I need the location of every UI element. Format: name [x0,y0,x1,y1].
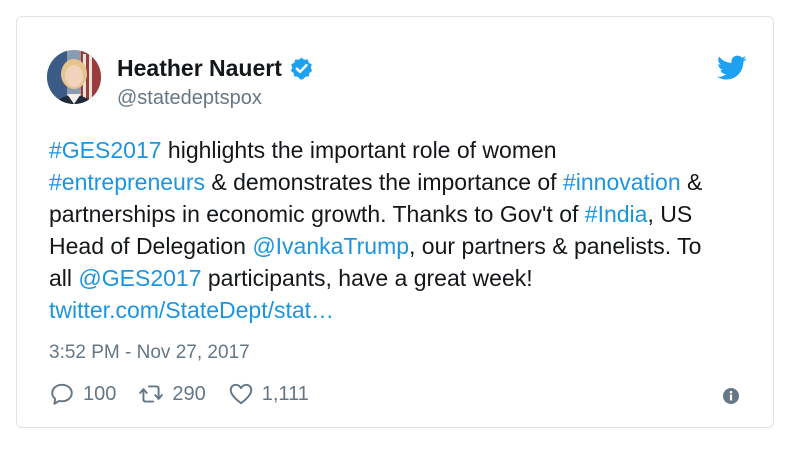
tweet-text-line: #GES2017 highlights the important role o… [49,134,769,166]
tweet-text-segment: partnerships in economic growth. Thanks … [49,201,585,227]
verified-badge-icon [289,56,314,81]
tweet-text-segment: highlights the important role of women [161,137,557,163]
tweet-card: Heather Nauert @statedeptspox #GES2017 h… [16,16,774,428]
tweet-text-segment: , our partners & panelists. To [409,233,702,259]
retweet-icon [139,385,164,403]
tweet-text-segment: Head of Delegation [49,233,253,259]
tweet-text-segment: , US [647,201,693,227]
mention-link[interactable]: @IvankaTrump [252,233,409,259]
tweet-text-segment: & demonstrates the importance of [205,169,563,195]
tweet-text-line: Head of Delegation @IvankaTrump, our par… [49,230,769,262]
mention-link[interactable]: @GES2017 [78,265,201,291]
author-handle[interactable]: @statedeptspox [117,87,262,110]
tweet-text-segment: all [49,265,79,291]
tweet-text-segment: participants, have a great week! [201,265,533,291]
retweet-button[interactable]: 290 [138,381,206,407]
reply-button[interactable]: 100 [49,381,116,407]
reply-count: 100 [83,382,117,405]
url-link[interactable]: twitter.com/StateDept/stat… [49,297,334,323]
avatar-image [47,50,101,104]
twitter-bird-icon[interactable] [717,55,747,81]
display-name[interactable]: Heather Nauert [117,55,282,82]
like-button[interactable]: 1,111 [228,381,309,407]
author-name-row[interactable]: Heather Nauert [117,55,314,82]
like-count: 1,111 [261,382,309,405]
tweet-text-line: twitter.com/StateDept/stat… [49,294,769,326]
tweet-text: #GES2017 highlights the important role o… [49,134,769,326]
hashtag-link[interactable]: #entrepreneurs [49,169,205,195]
heart-icon [229,383,253,405]
tweet-text-line: all @GES2017 participants, have a great … [49,262,769,294]
hashtag-link[interactable]: #India [585,201,648,227]
hashtag-link[interactable]: #innovation [563,169,681,195]
avatar[interactable] [47,50,101,104]
reply-icon [51,383,73,405]
hashtag-link[interactable]: #GES2017 [49,137,162,163]
tweet-actions: 100 290 1,111 [49,381,331,407]
tweet-timestamp[interactable]: 3:52 PM - Nov 27, 2017 [49,342,250,364]
tweet-text-line: #entrepreneurs & demonstrates the import… [49,166,769,198]
info-icon[interactable] [722,387,740,405]
retweet-count: 290 [172,382,206,405]
tweet-text-segment: & [680,169,703,195]
tweet-text-line: partnerships in economic growth. Thanks … [49,198,769,230]
